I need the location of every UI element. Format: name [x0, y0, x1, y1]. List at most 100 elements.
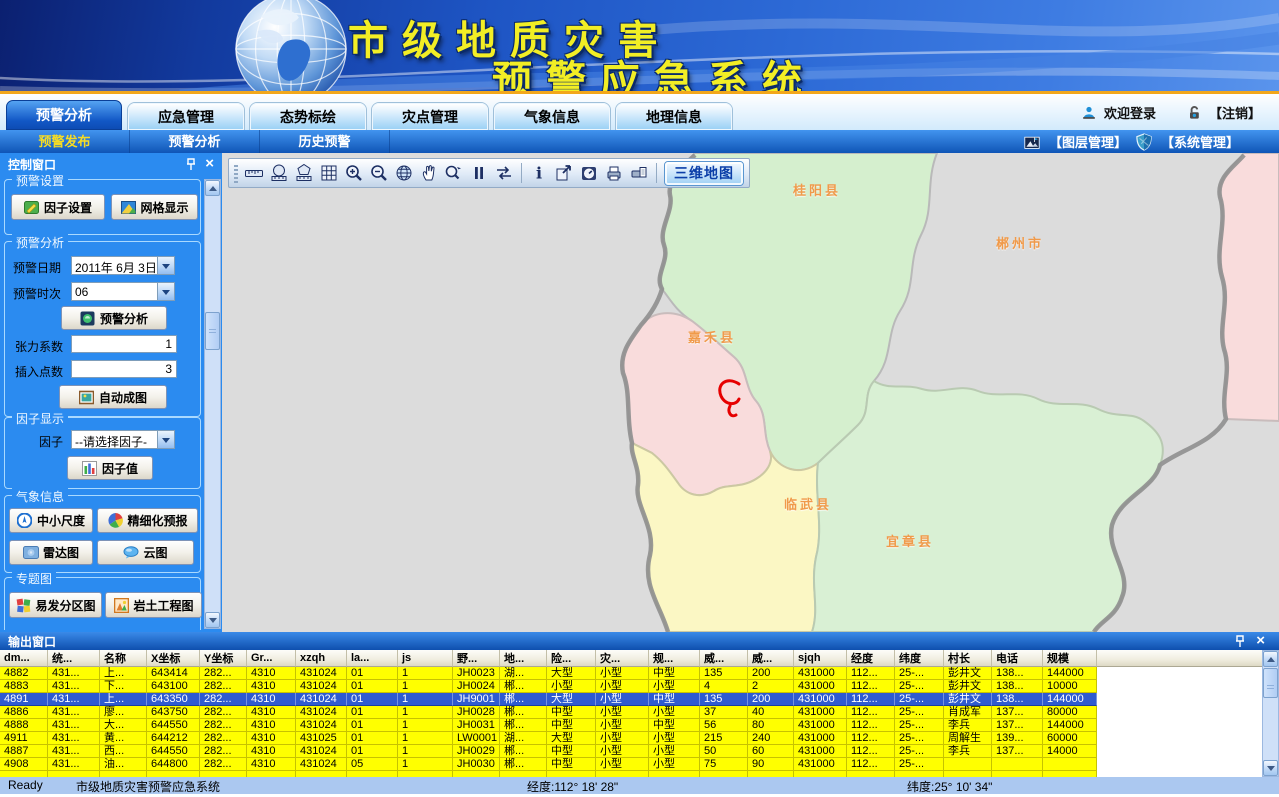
table-cell[interactable]: 4882: [0, 667, 48, 680]
table-cell[interactable]: 01: [347, 693, 398, 706]
table-cell[interactable]: 112...: [847, 693, 895, 706]
table-cell[interactable]: 小型: [596, 706, 649, 719]
table-cell[interactable]: JH0030: [453, 758, 500, 771]
table-cell[interactable]: 282...: [200, 693, 247, 706]
table-cell[interactable]: 643750: [147, 706, 200, 719]
table-cell[interactable]: JH0023: [453, 667, 500, 680]
table-cell[interactable]: 25-...: [895, 667, 944, 680]
table-cell[interactable]: LW0001: [453, 732, 500, 745]
table-cell[interactable]: 李兵: [944, 719, 992, 732]
table-cell[interactable]: 431000: [794, 680, 847, 693]
table-cell[interactable]: 431025: [296, 732, 347, 745]
table-cell[interactable]: 4911: [0, 732, 48, 745]
table-cell[interactable]: 431024: [296, 758, 347, 771]
table-cell[interactable]: 大...: [100, 719, 147, 732]
table-cell[interactable]: 1: [398, 758, 453, 771]
measure-circle-icon[interactable]: [267, 161, 291, 185]
factor-settings-button[interactable]: 因子设置: [11, 194, 105, 220]
table-cell[interactable]: 138...: [992, 667, 1043, 680]
table-cell[interactable]: 郴...: [500, 693, 547, 706]
table-cell[interactable]: [1043, 758, 1097, 771]
table-cell[interactable]: 小型: [649, 745, 700, 758]
table-cell[interactable]: 小型: [596, 680, 649, 693]
table-cell[interactable]: 中型: [649, 719, 700, 732]
zoom-out-icon[interactable]: [367, 161, 391, 185]
table-cell[interactable]: 25-...: [895, 680, 944, 693]
table-cell[interactable]: 小型: [649, 732, 700, 745]
table-cell[interactable]: 中型: [649, 693, 700, 706]
refined-forecast-button[interactable]: 精细化预报: [97, 508, 198, 533]
subnav-item-3[interactable]: 历史预警: [260, 130, 390, 153]
table-cell[interactable]: 小型: [649, 680, 700, 693]
table-cell[interactable]: 彭井文: [944, 693, 992, 706]
table-cell[interactable]: 137...: [992, 706, 1043, 719]
table-cell[interactable]: 200: [748, 667, 794, 680]
table-cell[interactable]: 1: [398, 732, 453, 745]
table-cell[interactable]: 中型: [547, 745, 596, 758]
column-header[interactable]: 规模: [1043, 650, 1097, 667]
radar-button[interactable]: 雷达图: [9, 540, 93, 565]
table-cell[interactable]: 431000: [794, 706, 847, 719]
full-extent-icon[interactable]: [392, 161, 416, 185]
table-cell[interactable]: 油...: [100, 758, 147, 771]
table-row[interactable]: 4887431...西...644550282...4310431024011J…: [0, 745, 1279, 758]
table-cell[interactable]: 郴...: [500, 680, 547, 693]
table-cell[interactable]: 2: [748, 680, 794, 693]
print-preview-icon[interactable]: [627, 161, 651, 185]
table-cell[interactable]: 37: [700, 706, 748, 719]
table-cell[interactable]: 中型: [547, 758, 596, 771]
column-header[interactable]: js: [398, 650, 453, 667]
table-cell[interactable]: 1: [398, 706, 453, 719]
column-header[interactable]: 地...: [500, 650, 547, 667]
table-cell[interactable]: 小型: [596, 693, 649, 706]
table-cell[interactable]: 112...: [847, 706, 895, 719]
table-cell[interactable]: 西...: [100, 745, 147, 758]
table-cell[interactable]: 431024: [296, 706, 347, 719]
pin-icon[interactable]: [1234, 635, 1246, 648]
table-cell[interactable]: 湖...: [500, 732, 547, 745]
table-cell[interactable]: JH0029: [453, 745, 500, 758]
cloud-button[interactable]: 云图: [97, 540, 194, 565]
logout-link[interactable]: 【注销】: [1209, 103, 1261, 122]
table-cell[interactable]: 中型: [547, 706, 596, 719]
table-cell[interactable]: 90: [748, 758, 794, 771]
panel-scrollbar[interactable]: [204, 179, 221, 629]
chevron-down-icon[interactable]: [157, 283, 174, 300]
column-header[interactable]: 纬度: [895, 650, 944, 667]
table-cell[interactable]: 112...: [847, 680, 895, 693]
chevron-down-icon[interactable]: [157, 257, 174, 274]
pan-hand-icon[interactable]: [417, 161, 441, 185]
table-cell[interactable]: 肖成军: [944, 706, 992, 719]
table-cell[interactable]: 4: [700, 680, 748, 693]
table-cell[interactable]: 56: [700, 719, 748, 732]
table-cell[interactable]: 4908: [0, 758, 48, 771]
column-header[interactable]: xzqh: [296, 650, 347, 667]
table-cell[interactable]: 112...: [847, 745, 895, 758]
table-row[interactable]: 4908431...油...644800282...4310431024051J…: [0, 758, 1279, 771]
table-cell[interactable]: 282...: [200, 680, 247, 693]
table-cell[interactable]: 01: [347, 706, 398, 719]
main-tab-2[interactable]: 应急管理: [128, 103, 244, 130]
column-header[interactable]: 规...: [649, 650, 700, 667]
tension-input[interactable]: [71, 335, 177, 353]
column-header[interactable]: 经度: [847, 650, 895, 667]
table-cell[interactable]: 大型: [547, 732, 596, 745]
table-row[interactable]: 4886431...廖...643750282...4310431024011J…: [0, 706, 1279, 719]
measure-distance-icon[interactable]: [242, 161, 266, 185]
scroll-up-icon[interactable]: [205, 180, 220, 196]
main-tab-6[interactable]: 地理信息: [616, 103, 732, 130]
column-header[interactable]: 统...: [48, 650, 100, 667]
table-cell[interactable]: 431000: [794, 758, 847, 771]
table-cell[interactable]: 4883: [0, 680, 48, 693]
main-tab-5[interactable]: 气象信息: [494, 103, 610, 130]
subnav-item-1[interactable]: 预警发布: [0, 130, 130, 153]
table-cell[interactable]: 01: [347, 719, 398, 732]
scroll-down-icon[interactable]: [1263, 760, 1278, 776]
table-row[interactable]: 4882431...上...643414282...4310431024011J…: [0, 667, 1279, 680]
column-header[interactable]: X坐标: [147, 650, 200, 667]
table-scrollbar[interactable]: [1262, 650, 1279, 777]
table-cell[interactable]: 431...: [48, 680, 100, 693]
table-cell[interactable]: 郴...: [500, 719, 547, 732]
scrollbar-thumb[interactable]: [1263, 668, 1278, 698]
table-cell[interactable]: 10000: [1043, 680, 1097, 693]
